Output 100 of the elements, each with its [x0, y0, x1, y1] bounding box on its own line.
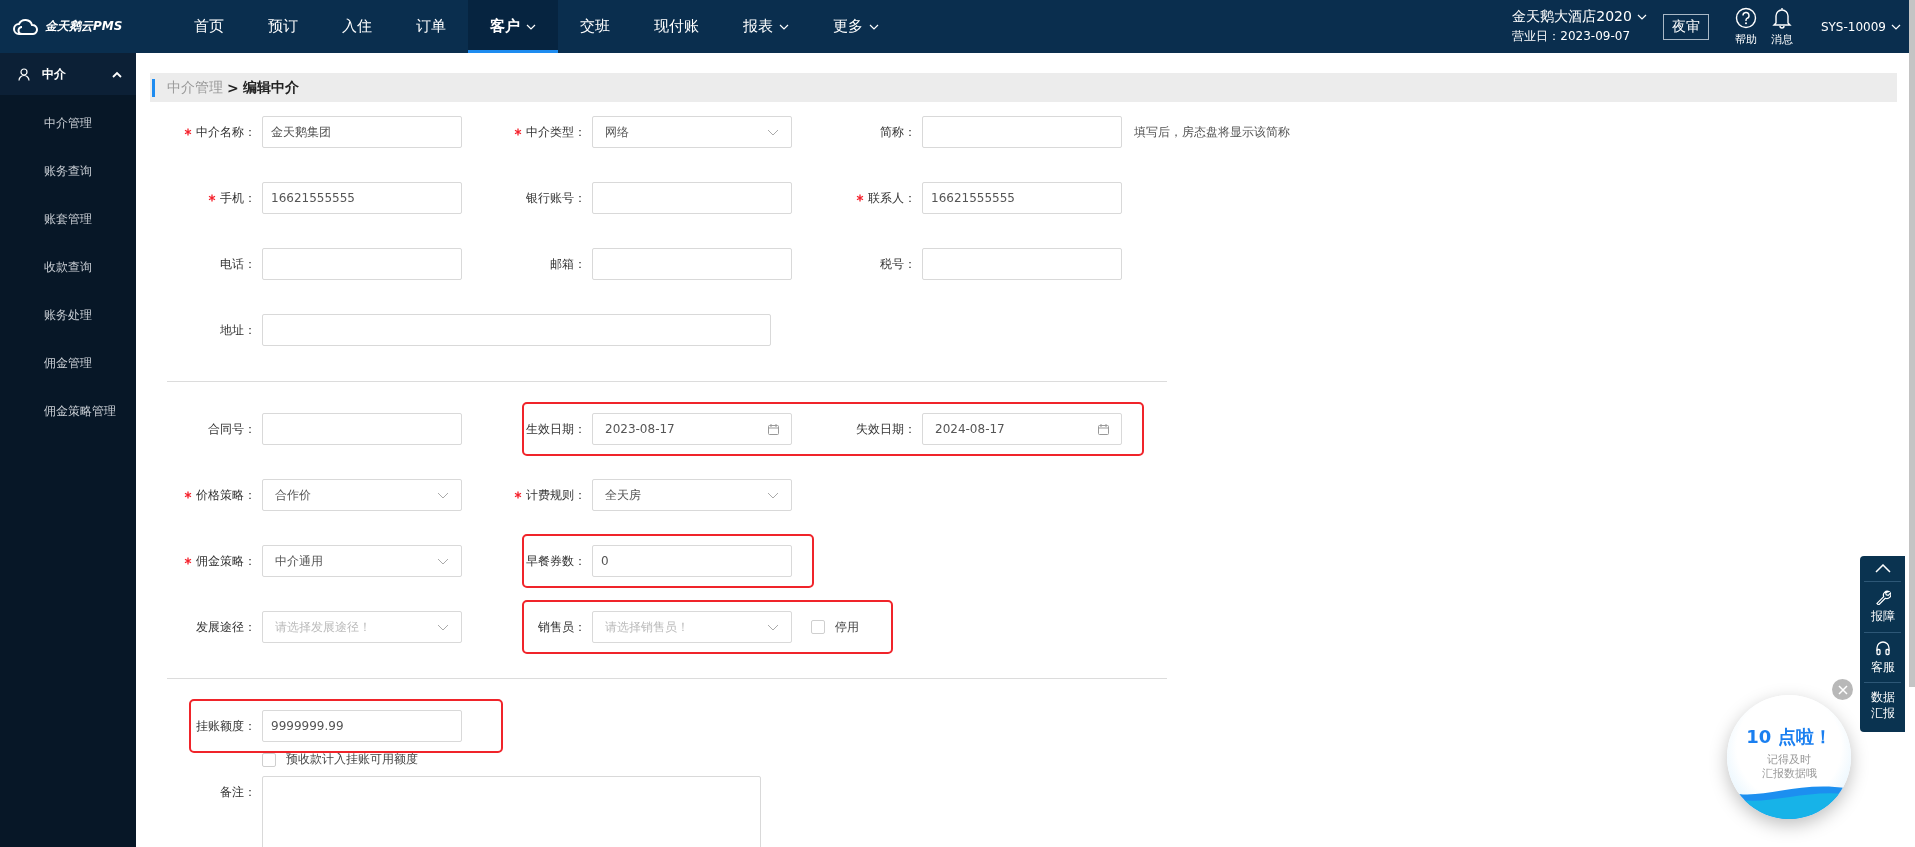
chevron-down-icon	[437, 491, 449, 499]
sidebar-item[interactable]: 收款查询	[0, 243, 136, 291]
select-field[interactable]: 合作价	[262, 479, 462, 511]
text-field[interactable]	[592, 182, 792, 214]
hotel-switcher[interactable]: 金天鹅大酒店2020 营业日：2023-09-07	[1512, 8, 1647, 45]
headset-icon	[1874, 639, 1891, 656]
help-button[interactable]: 帮助	[1734, 6, 1757, 47]
chevron-down-icon	[767, 491, 779, 499]
toolbar-button[interactable]: 数据汇报	[1864, 682, 1901, 729]
select-field[interactable]: 网络	[592, 116, 792, 148]
field-label: 佣金策略：	[196, 552, 256, 570]
accent-bar	[152, 78, 155, 97]
sidebar-item[interactable]: 佣金策略管理	[0, 387, 136, 435]
remark-field[interactable]	[262, 776, 761, 847]
chevron-down-icon	[767, 128, 779, 136]
toolbar-button[interactable]: 报障	[1864, 581, 1901, 632]
user-icon	[18, 67, 30, 81]
field-label: 中介名称：	[196, 123, 256, 141]
calendar-icon	[768, 423, 779, 435]
nav-tab[interactable]: 入住	[320, 0, 394, 53]
text-field[interactable]: 9999999.99	[262, 710, 462, 742]
field-label: 早餐券数：	[526, 552, 586, 570]
field-label: 联系人：	[868, 189, 916, 207]
nav-tab[interactable]: 更多	[811, 0, 901, 53]
text-field[interactable]: 16621555555	[262, 182, 462, 214]
chevron-down-icon	[437, 557, 449, 565]
checkbox[interactable]	[811, 620, 825, 634]
scrollbar-thumb[interactable]	[1909, 0, 1915, 687]
date-field[interactable]: 2024-08-17	[922, 413, 1122, 445]
reminder-text: 汇报数据哦	[1761, 767, 1817, 781]
text-field[interactable]	[922, 248, 1122, 280]
reminder-title: 10 点啦！	[1746, 725, 1832, 749]
date-field[interactable]: 2023-08-17	[592, 413, 792, 445]
caret-icon	[526, 23, 536, 30]
sidebar-item[interactable]: 中介管理	[0, 99, 136, 147]
field-label: 税号：	[880, 255, 916, 273]
bell-icon	[1771, 6, 1792, 29]
reminder-text: 记得及时	[1767, 753, 1811, 767]
nav-tab[interactable]: 预订	[246, 0, 320, 53]
field-label: 手机：	[220, 189, 256, 207]
field-label: 生效日期：	[526, 420, 586, 438]
logo-text: 金天鹅云PMS	[45, 18, 123, 35]
user-menu[interactable]: SYS-10009	[1820, 19, 1901, 34]
close-icon	[1837, 684, 1848, 695]
sidebar-item[interactable]: 账套管理	[0, 195, 136, 243]
messages-button[interactable]: 消息	[1770, 6, 1793, 47]
field-label: 银行账号：	[526, 189, 586, 207]
nav-tab[interactable]: 首页	[172, 0, 246, 53]
nav-tab[interactable]: 交班	[558, 0, 632, 53]
field-label: 地址：	[220, 321, 256, 339]
field-label: 失效日期：	[856, 420, 916, 438]
text-field[interactable]: 0	[592, 545, 792, 577]
field-label: 电话：	[220, 255, 256, 273]
caret-icon	[1891, 23, 1901, 30]
chevron-down-icon	[767, 623, 779, 631]
field-label: 销售员：	[538, 618, 586, 636]
field-label: 价格策略：	[196, 486, 256, 504]
caret-icon	[1636, 14, 1647, 20]
text-field[interactable]: 16621555555	[922, 182, 1122, 214]
field-label: 挂账额度：	[196, 717, 256, 735]
field-label: 备注：	[220, 784, 256, 801]
chevron-up-icon	[1874, 564, 1891, 573]
cloud-icon	[12, 17, 40, 36]
text-field[interactable]: 金天鹅集团	[262, 116, 462, 148]
nav-tab[interactable]: 订单	[394, 0, 468, 53]
hint-text: 填写后，房态盘将显示该简称	[1134, 123, 1291, 141]
chevron-up-icon	[112, 70, 122, 78]
nav-tab[interactable]: 客户	[468, 0, 558, 53]
checkbox-label: 预收款计入挂账可用额度	[286, 751, 418, 768]
wrench-icon	[1874, 589, 1891, 605]
text-field[interactable]	[592, 248, 792, 280]
text-field[interactable]	[262, 413, 462, 445]
sidebar-section[interactable]: 中介	[0, 53, 136, 95]
text-field[interactable]	[922, 116, 1122, 148]
caret-icon	[869, 23, 879, 30]
toolbar-button[interactable]: 客服	[1864, 631, 1901, 683]
night-audit-button[interactable]: 夜审	[1662, 13, 1709, 40]
nav-tab[interactable]: 报表	[721, 0, 811, 53]
breadcrumb-separator: >	[227, 79, 239, 96]
select-field[interactable]: 全天房	[592, 479, 792, 511]
field-label: 邮箱：	[550, 255, 586, 273]
text-field[interactable]	[262, 314, 771, 346]
field-label: 简称：	[880, 123, 916, 141]
field-label: 合同号：	[208, 420, 256, 438]
caret-icon	[779, 23, 789, 30]
help-icon	[1734, 6, 1757, 29]
calendar-icon	[1098, 423, 1109, 435]
sidebar-item[interactable]: 账务查询	[0, 147, 136, 195]
breadcrumb-current: 编辑中介	[242, 78, 299, 97]
field-label: 计费规则：	[526, 486, 586, 504]
checkbox-label: 停用	[835, 618, 859, 636]
chevron-down-icon	[437, 623, 449, 631]
nav-tab[interactable]: 现付账	[632, 0, 721, 53]
field-label: 发展途径：	[196, 618, 256, 636]
sidebar-item[interactable]: 账务处理	[0, 291, 136, 339]
close-button[interactable]	[1832, 679, 1853, 700]
field-label: 中介类型：	[526, 123, 586, 141]
text-field[interactable]	[262, 248, 462, 280]
sidebar-item[interactable]: 佣金管理	[0, 339, 136, 387]
select-field[interactable]: 中介通用	[262, 545, 462, 577]
